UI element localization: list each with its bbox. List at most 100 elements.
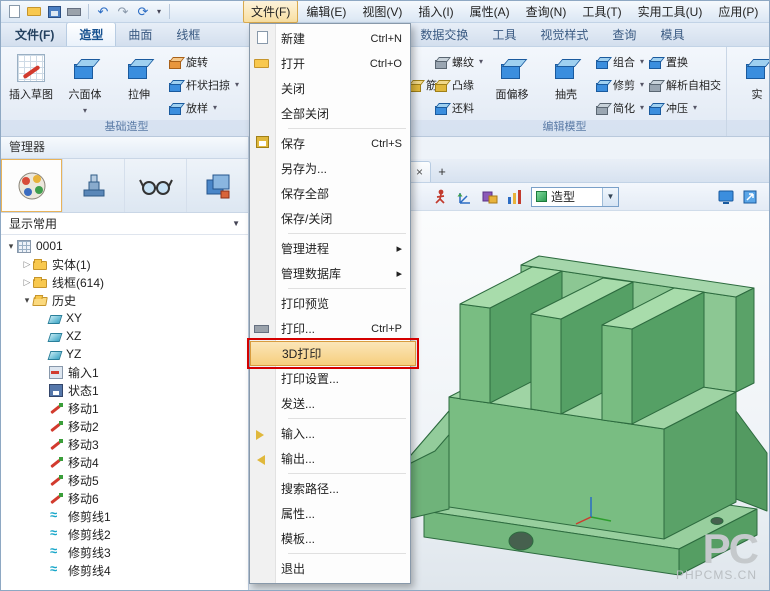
menu-bar-item[interactable]: 查询(N) [518, 0, 575, 23]
ribbon-small-button[interactable]: 螺纹 [434, 52, 483, 72]
ribbon-big-button[interactable]: 拉伸 [112, 49, 166, 120]
tree-expander-icon[interactable]: ▷ [21, 259, 33, 270]
tree-item[interactable]: YZ [1, 345, 248, 363]
tree-item[interactable]: 移动4 [1, 453, 248, 471]
ribbon-big-button-partial[interactable]: 实 [730, 49, 769, 120]
chevron-down-icon[interactable]: ▼ [602, 188, 618, 206]
ribbon-tab[interactable]: 模具 [648, 23, 696, 46]
file-menu-item[interactable]: 输出... [250, 446, 410, 471]
refresh-icon[interactable]: ⟳ [134, 4, 152, 20]
ribbon-small-button[interactable]: 筋 [408, 75, 430, 95]
file-menu-item[interactable]: 输入... [250, 421, 410, 446]
tree-expander-icon[interactable]: ▷ [21, 277, 33, 288]
statistics-icon[interactable] [506, 188, 524, 206]
tree-item[interactable]: 状态1 [1, 381, 248, 399]
menu-bar-item[interactable]: 属性(A) [462, 0, 518, 23]
file-menu-item[interactable]: 打开 Ctrl+O [250, 51, 410, 76]
file-menu-item[interactable]: 3D打印 [250, 341, 416, 366]
menu-bar-item[interactable]: 工具(T) [574, 0, 629, 23]
file-menu-item[interactable]: 打印设置... [250, 366, 410, 391]
triad-icon[interactable] [456, 188, 474, 206]
save-icon[interactable] [45, 4, 63, 20]
ribbon-small-button[interactable]: 修剪 [595, 75, 644, 95]
ribbon-small-button[interactable]: 杆状扫掠 [168, 75, 239, 95]
tree-item[interactable]: ▷ 线框(614) [1, 273, 248, 291]
render-mode-icon[interactable] [481, 188, 499, 206]
tree-item[interactable]: 修剪线4 [1, 561, 248, 579]
file-menu-item[interactable]: 属性... [250, 501, 410, 526]
tree-item[interactable]: 修剪线1 [1, 507, 248, 525]
menu-bar-item[interactable]: 应用(P) [710, 0, 766, 23]
ribbon-big-button[interactable]: 面偏移 [485, 49, 539, 120]
ribbon-big-button[interactable]: 六面体 [58, 49, 112, 120]
manager-tab-layers[interactable] [187, 159, 248, 212]
ribbon-tab[interactable]: 视觉样式 [528, 23, 600, 46]
tree-item[interactable]: 移动3 [1, 435, 248, 453]
tree-expander-icon[interactable]: ▾ [21, 295, 33, 306]
file-menu-item[interactable]: 打印... Ctrl+P [250, 316, 410, 341]
manager-tab-glasses[interactable] [125, 159, 187, 212]
ribbon-tab[interactable]: 线框 [164, 23, 212, 46]
menu-bar-item[interactable]: 实用工具(U) [630, 0, 711, 23]
ribbon-small-button[interactable]: 组合 [595, 52, 644, 72]
redo-icon[interactable]: ↷ [114, 4, 132, 20]
manager-tab-palette[interactable] [1, 159, 63, 212]
menu-bar-item[interactable]: 插入(I) [410, 0, 461, 23]
file-menu-item[interactable]: 全部关闭 [250, 101, 410, 126]
ribbon-tab[interactable]: 造型 [66, 23, 116, 46]
file-menu-item[interactable]: 关闭 [250, 76, 410, 101]
tree-expander-icon[interactable]: ▾ [5, 241, 17, 252]
file-menu-item[interactable]: 发送... [250, 391, 410, 416]
tree-item[interactable]: 输入1 [1, 363, 248, 381]
mode-combobox[interactable]: 造型 ▼ [531, 187, 619, 207]
ribbon-tab[interactable]: 文件(F) [3, 23, 66, 46]
file-menu-item[interactable]: 退出 [250, 556, 410, 581]
ribbon-tab[interactable]: 曲面 [116, 23, 164, 46]
tree-item[interactable]: 移动1 [1, 399, 248, 417]
tree-item[interactable]: XY [1, 309, 248, 327]
file-menu-item[interactable]: 保存 Ctrl+S [250, 131, 410, 156]
file-menu-item[interactable]: 管理进程 ▸ [250, 236, 410, 261]
tree-item[interactable]: 移动2 [1, 417, 248, 435]
file-menu-item[interactable]: 打印预览 [250, 291, 410, 316]
manager-tab-stamp[interactable] [63, 159, 125, 212]
ribbon-big-button[interactable]: 抽壳 [539, 49, 593, 120]
new-document-icon[interactable] [5, 4, 23, 20]
menu-bar-item[interactable]: 编辑(E) [298, 0, 354, 23]
ribbon-tab[interactable]: 工具 [480, 23, 528, 46]
close-tab-icon[interactable]: × [416, 166, 423, 178]
ribbon-small-button[interactable]: 还料 [434, 98, 483, 118]
menu-bar-item[interactable]: 视图(V) [354, 0, 410, 23]
tree-item[interactable]: XZ [1, 327, 248, 345]
ribbon-small-button[interactable]: 冲压 [648, 98, 721, 118]
open-folder-icon[interactable] [25, 4, 43, 20]
file-menu-item[interactable]: 另存为... [250, 156, 410, 181]
tree-item[interactable]: 移动6 [1, 489, 248, 507]
tree-item[interactable]: 修剪线2 [1, 525, 248, 543]
orientation-icon[interactable] [741, 188, 759, 206]
ribbon-big-button[interactable]: 插入草图 [4, 49, 58, 120]
ribbon-tab[interactable]: 查询 [600, 23, 648, 46]
more-dropdown-icon[interactable]: ▾ [154, 4, 164, 20]
file-menu-item[interactable]: 保存/关闭 [250, 206, 410, 231]
tree-item[interactable]: ▷ 实体(1) [1, 255, 248, 273]
ribbon-small-button[interactable]: 放样 [168, 98, 239, 118]
print-icon[interactable] [65, 4, 83, 20]
file-menu-item[interactable]: 管理数据库 ▸ [250, 261, 410, 286]
ribbon-small-button[interactable]: 置换 [648, 52, 721, 72]
ribbon-small-button[interactable]: 旋转 [168, 52, 239, 72]
file-menu-item[interactable]: 新建 Ctrl+N [250, 26, 410, 51]
ribbon-small-button[interactable]: 凸缘 [434, 75, 483, 95]
tree-item[interactable]: 移动5 [1, 471, 248, 489]
display-mode-icon[interactable] [717, 188, 735, 206]
file-menu-item[interactable]: 保存全部 [250, 181, 410, 206]
menu-bar-item[interactable]: 文件(F) [243, 0, 298, 23]
new-tab-icon[interactable]: + [431, 161, 453, 182]
file-menu-item[interactable]: 模板... [250, 526, 410, 551]
ribbon-tab[interactable]: 数据交换 [408, 23, 480, 46]
file-menu-item[interactable]: 搜索路径... [250, 476, 410, 501]
display-filter-dropdown[interactable]: 显示常用 ▼ [1, 213, 248, 235]
menu-bar-item[interactable]: 帮助 [766, 0, 770, 23]
walk-through-icon[interactable] [431, 188, 449, 206]
tree-item[interactable]: 修剪线3 [1, 543, 248, 561]
